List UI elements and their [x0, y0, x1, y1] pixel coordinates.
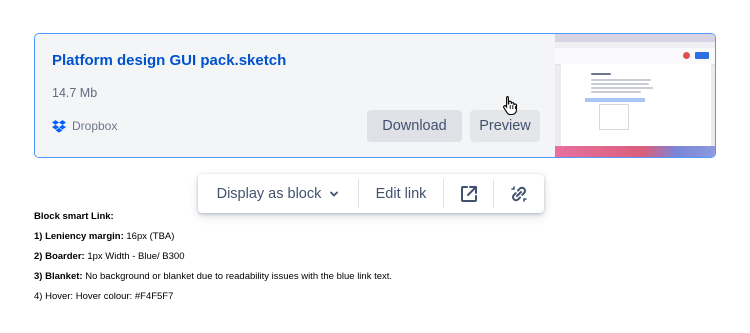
open-in-new-window-icon [460, 185, 477, 202]
note-item: 4) Hover: Hover colour: #F4F5F7 [34, 291, 174, 302]
dropbox-icon [52, 120, 66, 133]
provider-name: Dropbox [72, 119, 118, 133]
design-notes: Block smart Link: 1) Leniency margin: 16… [34, 207, 392, 307]
notes-heading: Block smart Link: [34, 211, 114, 222]
file-preview-thumbnail[interactable] [555, 34, 715, 157]
file-size: 14.7 Mb [52, 86, 98, 100]
open-link-button[interactable] [444, 174, 493, 213]
unlink-button[interactable] [494, 174, 544, 213]
smart-link-block-card[interactable]: Platform design GUI pack.sketch 14.7 Mb … [34, 33, 716, 158]
note-item: 2) Boarder: 1px Width - Blue/ B300 [34, 251, 185, 262]
chevron-down-icon [330, 191, 339, 196]
display-as-label: Display as block [216, 185, 322, 202]
thumbnail-avatar [683, 52, 690, 59]
download-button[interactable]: Download [367, 110, 462, 142]
note-item: 3) Blanket: No background or blanket due… [34, 271, 393, 282]
file-title-link[interactable]: Platform design GUI pack.sketch [52, 52, 286, 69]
provider-label: Dropbox [52, 119, 117, 133]
thumbnail-share-button [695, 52, 709, 59]
unlink-icon [511, 185, 527, 202]
hand-pointer-cursor-icon [503, 95, 518, 115]
note-item: 1) Leniency margin: 16px (TBA) [34, 231, 175, 242]
